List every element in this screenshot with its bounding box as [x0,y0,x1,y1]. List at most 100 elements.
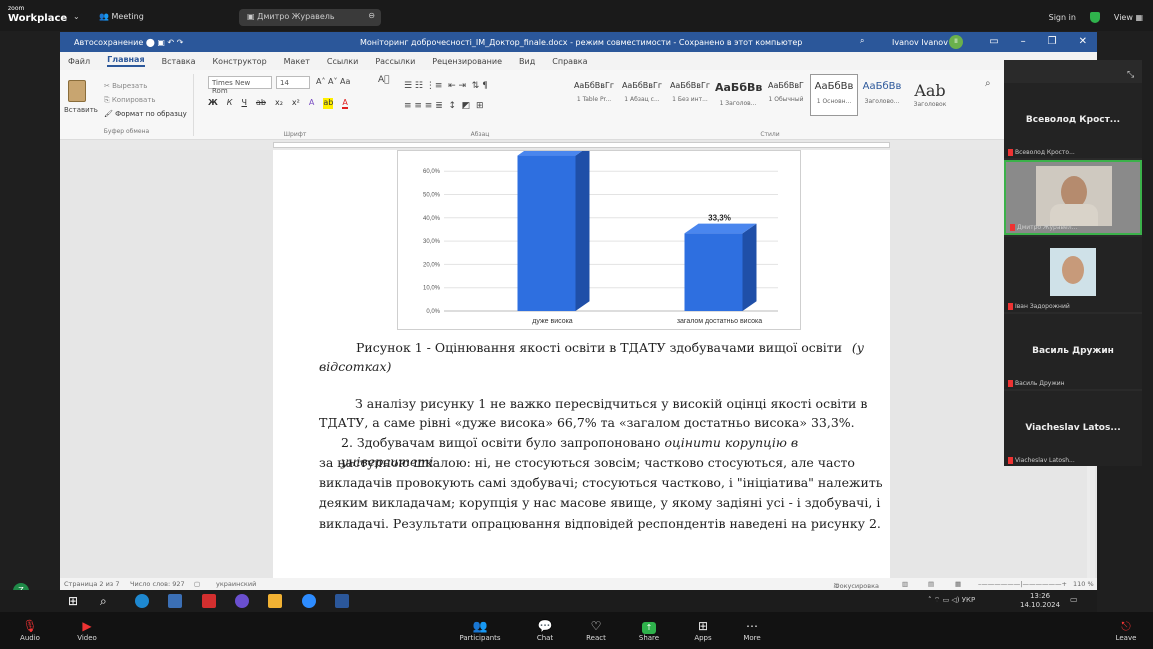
copy-button[interactable]: ⎘ Копировать [104,96,156,105]
pdf-icon[interactable] [202,594,216,608]
system-tray[interactable]: ˄ ⌔ ▭ ◁) УКР [928,596,975,605]
tab-view[interactable]: Вид [519,57,535,66]
text-effects-icon[interactable]: A [309,98,314,109]
font-name-select[interactable]: Times New Rom [208,76,272,95]
list-icons[interactable]: ☰ ☷ ⋮≡ ⇤ ⇥ ⇅ ¶ [404,76,488,96]
style-item-selected[interactable]: АаБбВв 1 Основн... [810,74,858,116]
scissors-icon: ✂ [104,82,113,90]
clear-format-icon[interactable]: A⃠ [378,75,390,85]
participant-tile[interactable]: Василь Дружин Василь Дружин [1004,314,1142,389]
tab-help[interactable]: Справка [552,57,587,66]
redo-icon[interactable]: ↷ [177,38,184,47]
participants-label: Participants [459,634,501,642]
style-item[interactable]: АаБбВвГг 1 Без инт... [666,74,714,116]
participant-label: Іван Задорожний [1008,303,1070,310]
sign-in-link[interactable]: Sign in [1049,13,1076,22]
proofing-icon[interactable]: ▢ [194,580,200,588]
font-color-icon[interactable]: A [342,98,348,109]
align-icons[interactable]: ≡ ≡ ≡ ≣ ↕ ◩ ⊞ [404,96,488,116]
folder-icon[interactable] [268,594,282,608]
style-item[interactable]: АаБбВвГг 1 Table Pr... [570,74,618,116]
font-size-select[interactable]: 14 [276,76,310,89]
exit-fullscreen-icon[interactable]: ⤡ [1127,70,1134,80]
view-button[interactable]: View ▦ [1114,13,1143,22]
read-mode-icon[interactable]: ▥ [902,580,908,588]
share-button[interactable]: ↑ Share [629,618,669,642]
calculator-icon[interactable] [168,594,182,608]
paragraph-line: за наступною шкалою: ні, не стосуються з… [319,455,855,470]
superscript-button[interactable]: x² [292,98,300,109]
participant-tile-active[interactable]: Дмитро Журавел... [1004,160,1142,235]
word-count[interactable]: Число слов: 927 [130,580,185,588]
paste-label[interactable]: Вставить [64,106,98,114]
restore-icon[interactable]: ❐ [1048,36,1057,47]
styles-gallery: АаБбВвГг 1 Table Pr... АаБбВвГг 1 Абзац с.… [570,74,970,118]
highlight-icon[interactable]: ab [323,98,334,109]
tab-file[interactable]: Файл [68,57,90,66]
meeting-menu[interactable]: 👥 Meeting [99,12,144,21]
bold-button[interactable]: Ж [208,98,218,109]
close-icon[interactable]: ✕ [1079,36,1087,47]
style-name: 1 Абзац с... [624,96,660,103]
edge-icon[interactable] [135,594,149,608]
chat-button[interactable]: 💬 Chat [525,618,565,642]
style-item[interactable]: АаБбВв 1 Заголов... [714,74,762,116]
more-button[interactable]: ⋯ More [732,618,772,642]
style-item[interactable]: АаБбВв Заголово... [858,74,906,116]
find-icon[interactable]: ⌕ [985,78,991,89]
user-name[interactable]: Ivanov Ivanov [892,38,948,47]
tab-home[interactable]: Главная [107,55,145,67]
autosave-toggle[interactable]: Автосохранение ⬤ ▣ ↶ ↷ [74,38,183,47]
search-icon[interactable]: ⌕ [860,36,864,46]
tab-references[interactable]: Ссылки [327,57,358,66]
participant-tile[interactable]: Всеволод Крост... Всеволод Кросто... [1004,83,1142,158]
audio-label: Audio [20,634,40,642]
search-icon[interactable]: ⌕ [100,594,114,608]
tab-mailings[interactable]: Рассылки [375,57,415,66]
cut-button[interactable]: ✂ Вырезать [104,82,147,90]
media-icon[interactable] [235,594,249,608]
paste-icon[interactable] [68,80,86,102]
minimize-icon[interactable]: – [1021,36,1026,47]
word-app-icon[interactable] [335,594,349,608]
underline-button[interactable]: Ч [241,98,246,109]
tab-layout[interactable]: Макет [284,57,310,66]
strikethrough-button[interactable]: ab [256,98,266,109]
chevron-down-icon[interactable]: ⌄ [73,12,80,21]
apps-button[interactable]: ⊞ Apps [683,618,723,642]
sharing-indicator[interactable]: ▣ Дмитро Журавель ⊖ [239,9,381,26]
react-button[interactable]: ♡ React [576,618,616,642]
italic-button[interactable]: К [227,98,233,109]
leave-button[interactable]: ⎋ Leave [1106,618,1146,642]
style-item[interactable]: АаБбВвГ 1 Обычный [762,74,810,116]
audio-button[interactable]: 🎙 Audio [10,618,50,642]
tab-review[interactable]: Рецензирование [432,57,502,66]
save-icon[interactable]: ▣ [157,38,165,47]
language-status[interactable]: украинский [216,580,256,588]
ribbon-display-icon[interactable]: ▭ [989,36,998,47]
taskbar-clock[interactable]: 13:26 14.10.2024 [1020,592,1060,610]
participant-tile[interactable]: Viacheslav Latos... Viacheslav Latosh... [1004,391,1142,466]
windows-start-icon[interactable]: ⊞ [68,594,82,608]
zoom-level[interactable]: 110 % [1073,580,1094,588]
font-grow-icon[interactable]: A˄ A˅ Aa [316,77,350,86]
style-item[interactable]: АаБбВвГг 1 Абзац с... [618,74,666,116]
tab-design[interactable]: Конструктор [213,57,267,66]
web-layout-icon[interactable]: ▦ [955,580,961,588]
participant-tile[interactable]: Іван Задорожний [1004,237,1142,312]
notification-icon[interactable]: ▭ [1070,595,1078,604]
participant-label: Viacheslav Latosh... [1008,457,1075,464]
zoom-app-icon[interactable] [302,594,316,608]
page-count[interactable]: Страница 2 из 7 [64,580,119,588]
tab-insert[interactable]: Вставка [162,57,196,66]
video-button[interactable]: ▶ Video [67,618,107,642]
more-icon: ⋯ [746,619,758,633]
avatar[interactable]: II [949,35,963,49]
print-layout-icon[interactable]: ▤ [928,580,934,588]
format-painter-button[interactable]: 🖌 Формат по образцу [104,110,187,118]
subscript-button[interactable]: x₂ [275,98,283,109]
participants-button[interactable]: 👥 Participants [458,618,502,642]
zoom-slider[interactable]: –——————|——————+ [978,580,1067,588]
undo-icon[interactable]: ↶ [167,38,176,47]
style-item[interactable]: Aab Заголовок [906,74,954,116]
